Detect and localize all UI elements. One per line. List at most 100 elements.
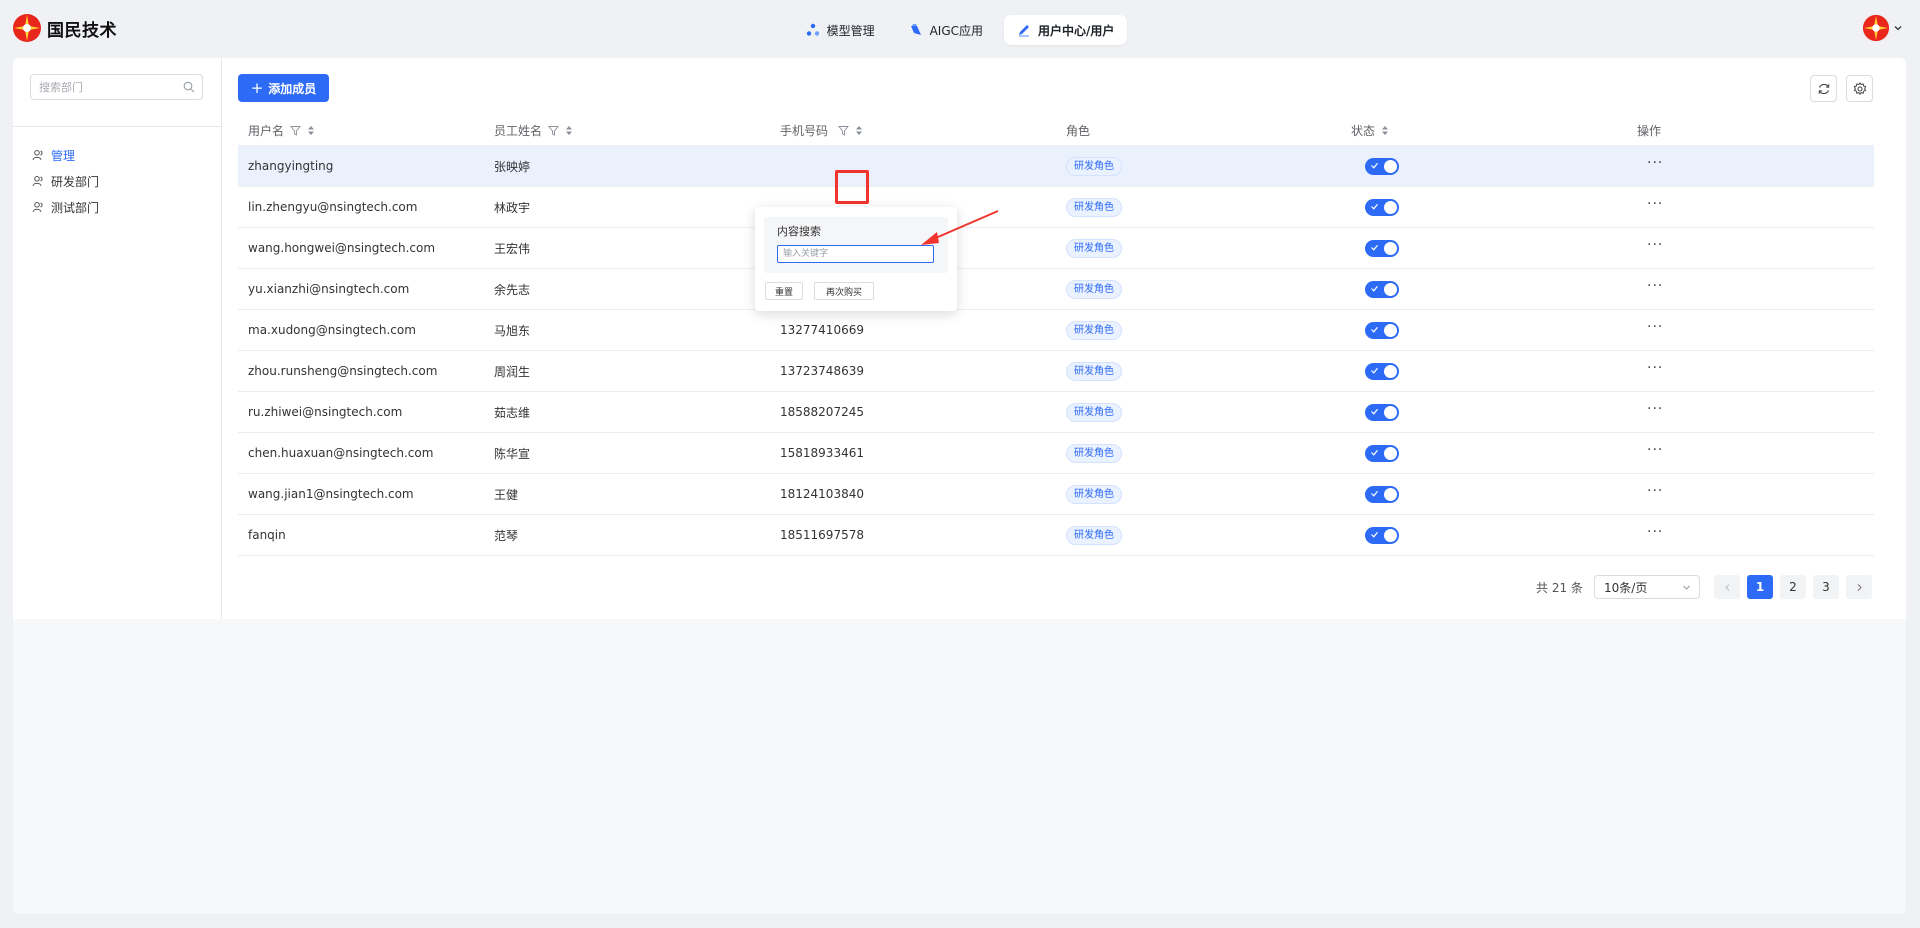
column-header-employee-name: 员工姓名 (494, 116, 573, 145)
users-icon (32, 176, 43, 187)
chevron-down-icon (1894, 26, 1902, 31)
toggle-knob (1384, 200, 1397, 214)
toggle-knob (1384, 364, 1397, 378)
status-toggle[interactable] (1365, 485, 1399, 503)
column-header-actions: 操作 (1637, 124, 1662, 138)
annotation-arrow-icon (921, 210, 999, 245)
more-actions-icon[interactable]: ··· (1647, 401, 1663, 417)
add-member-button[interactable]: + 添加成员 (238, 74, 329, 102)
more-actions-icon[interactable]: ··· (1647, 155, 1663, 171)
sort-icon[interactable] (1381, 125, 1389, 136)
chevron-left-icon (1724, 583, 1729, 591)
more-actions-icon[interactable]: ··· (1647, 524, 1663, 540)
refresh-button[interactable] (1810, 75, 1837, 102)
cell-phone: 18511697578 (780, 528, 864, 542)
status-toggle[interactable] (1365, 239, 1399, 257)
toggle-knob (1384, 446, 1397, 460)
cell-phone: 13723748639 (780, 364, 864, 378)
status-toggle[interactable] (1365, 198, 1399, 216)
toggle-knob (1384, 241, 1397, 255)
table-row[interactable]: yu.xianzhi@nsingtech.com 余先志 15738539160… (238, 268, 1874, 309)
more-actions-icon[interactable]: ··· (1647, 196, 1663, 212)
annotation-highlight-box (835, 170, 869, 204)
column-header-phone: 手机号码 (780, 116, 863, 145)
more-actions-icon[interactable]: ··· (1647, 360, 1663, 376)
cell-employee-name: 马旭东 (494, 323, 531, 338)
chevron-down-icon (1683, 585, 1690, 590)
filter-icon[interactable] (548, 125, 559, 136)
sidebar-item-management[interactable]: 管理 (13, 142, 221, 168)
page-size-select[interactable]: 10条/页 (1594, 575, 1700, 599)
status-toggle[interactable] (1365, 362, 1399, 380)
chevron-right-icon (1857, 583, 1862, 591)
table-row[interactable]: wang.hongwei@nsingtech.com 王宏伟 研发角色 ··· (238, 227, 1874, 268)
toggle-knob (1384, 282, 1397, 296)
filter-reset-button[interactable]: 重置 (765, 282, 803, 300)
sort-icon[interactable] (855, 125, 863, 136)
table-row[interactable]: lin.zhengyu@nsingtech.com 林政宇 研发角色 ··· (238, 186, 1874, 227)
table-row[interactable]: zhangyingting 张映婷 研发角色 ··· (238, 145, 1874, 186)
role-badge: 研发角色 (1066, 402, 1122, 422)
table-row[interactable]: ru.zhiwei@nsingtech.com 茹志维 18588207245 … (238, 391, 1874, 432)
role-badge: 研发角色 (1066, 525, 1122, 545)
sidebar-item-testing[interactable]: 测试部门 (13, 194, 221, 220)
status-toggle[interactable] (1365, 444, 1399, 462)
status-toggle[interactable] (1365, 280, 1399, 298)
sidebar-item-rd[interactable]: 研发部门 (13, 168, 221, 194)
table-row[interactable]: ma.xudong@nsingtech.com 马旭东 13277410669 … (238, 309, 1874, 350)
role-badge: 研发角色 (1066, 320, 1122, 340)
check-icon (1371, 367, 1378, 374)
more-actions-icon[interactable]: ··· (1647, 483, 1663, 499)
status-toggle[interactable] (1365, 321, 1399, 339)
nav-tab-model-management[interactable]: 模型管理 (793, 15, 888, 45)
toggle-knob (1384, 528, 1397, 542)
department-sidebar: 管理 研发部门 测试部门 (13, 58, 222, 619)
filter-icon[interactable] (838, 125, 849, 136)
more-actions-icon[interactable]: ··· (1647, 319, 1663, 335)
more-actions-icon[interactable]: ··· (1647, 237, 1663, 253)
sort-icon[interactable] (307, 125, 315, 136)
toggle-knob (1384, 323, 1397, 337)
prev-page-button[interactable] (1714, 575, 1740, 599)
department-search-input[interactable] (39, 75, 179, 99)
check-icon (1371, 244, 1378, 251)
sort-icon[interactable] (565, 125, 573, 136)
status-toggle[interactable] (1365, 526, 1399, 544)
cell-username: wang.hongwei@nsingtech.com (248, 241, 436, 255)
pagination: 共 21 条 10条/页 1 2 3 (13, 575, 1873, 599)
cell-employee-name: 陈华宣 (494, 446, 531, 461)
top-bar: 国民技术 模型管理 AIGC应用 用户中心/用户 (0, 0, 1920, 58)
search-icon[interactable] (183, 81, 195, 93)
settings-button[interactable] (1846, 75, 1873, 102)
gear-icon (1853, 81, 1866, 95)
status-toggle[interactable] (1365, 157, 1399, 175)
page-button-3[interactable]: 3 (1813, 575, 1839, 599)
page-button-2[interactable]: 2 (1780, 575, 1806, 599)
cell-employee-name: 张映婷 (494, 159, 531, 174)
role-badge: 研发角色 (1066, 443, 1122, 463)
user-menu[interactable] (1862, 14, 1903, 42)
more-actions-icon[interactable]: ··· (1647, 442, 1663, 458)
nav-tab-aigc[interactable]: AIGC应用 (896, 15, 996, 45)
page-button-1[interactable]: 1 (1747, 575, 1773, 599)
filter-keyword-input[interactable] (777, 245, 934, 263)
department-search (30, 74, 203, 100)
cell-employee-name: 周润生 (494, 364, 531, 379)
check-icon (1371, 203, 1378, 210)
table-row[interactable]: wang.jian1@nsingtech.com 王健 18124103840 … (238, 473, 1874, 514)
table-row[interactable]: zhou.runsheng@nsingtech.com 周润生 13723748… (238, 350, 1874, 391)
table-row[interactable]: chen.huaxuan@nsingtech.com 陈华宣 158189334… (238, 432, 1874, 473)
users-icon (32, 202, 43, 213)
filter-confirm-button[interactable]: 再次购买 (814, 282, 874, 300)
table-row[interactable]: fanqin 范琴 18511697578 研发角色 ··· (238, 514, 1874, 556)
column-header-role: 角色 (1066, 124, 1091, 138)
add-member-label: 添加成员 (268, 81, 317, 96)
status-toggle[interactable] (1365, 403, 1399, 421)
cell-employee-name: 茹志维 (494, 405, 531, 420)
user-table: 用户名 员工姓名 手机号码 角色 状态 操作 zhangyingting 张映婷… (238, 116, 1874, 556)
more-actions-icon[interactable]: ··· (1647, 278, 1663, 294)
pen-icon (1019, 25, 1030, 37)
nav-tab-user-center[interactable]: 用户中心/用户 (1004, 15, 1128, 45)
filter-icon[interactable] (290, 125, 301, 136)
next-page-button[interactable] (1846, 575, 1872, 599)
